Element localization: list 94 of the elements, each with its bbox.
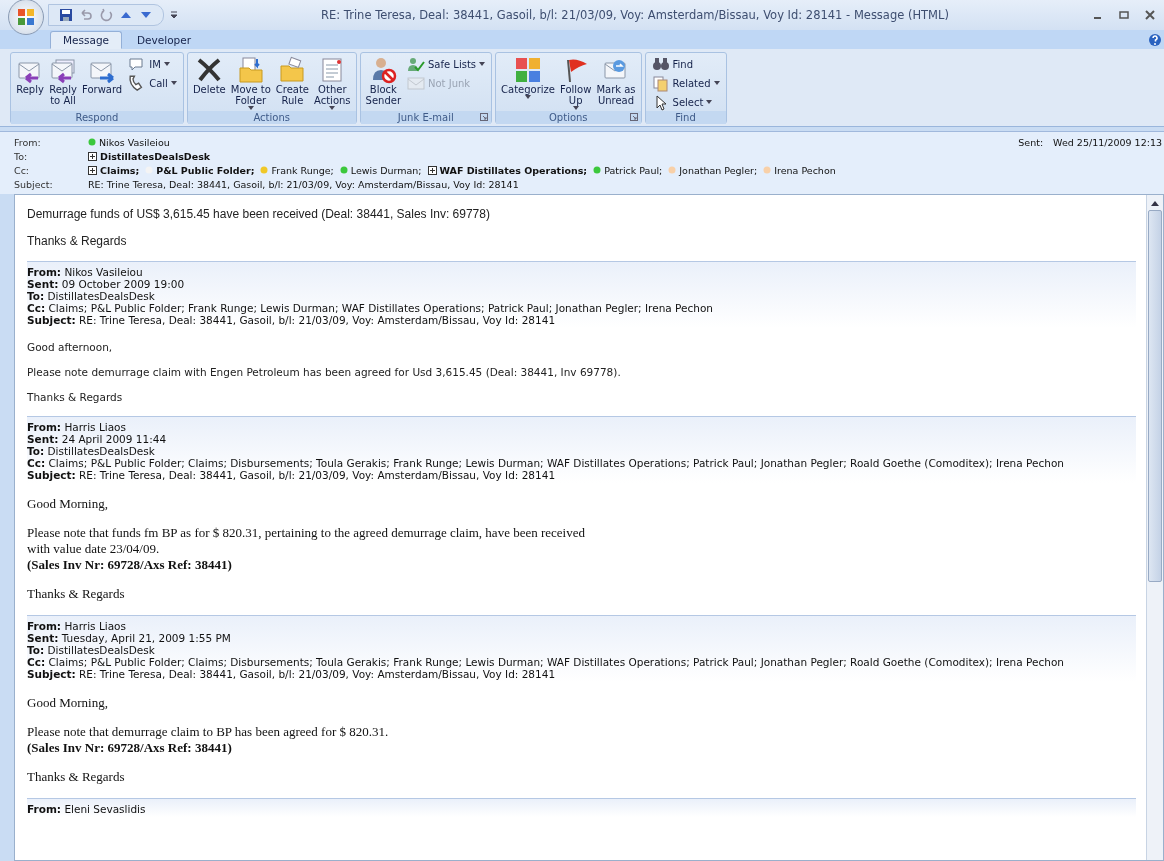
ribbon-button[interactable]: Follow Up (558, 55, 594, 111)
header-line: Sent: 09 October 2009 19:00 (27, 278, 186, 290)
header-line: From: Harris Liaos (27, 620, 127, 632)
recipient-name[interactable]: Frank Runge; (271, 164, 334, 176)
body-paragraph: Please note that demurrage claim to BP has been agreed for $ 820.31. (27, 724, 390, 740)
open-folder-icon (278, 56, 307, 84)
body-paragraph: Good Morning, (27, 496, 109, 512)
body-paragraph: Good Morning, (27, 695, 109, 711)
body-paragraph: (Sales Inv Nr: 69728/Axs Ref: 38441) (27, 740, 233, 756)
restore-icon[interactable] (1118, 9, 1130, 21)
ribbon-button[interactable]: Safe Lists (404, 55, 489, 73)
save-icon[interactable] (59, 8, 73, 22)
field-label: Sent: (1018, 136, 1044, 148)
ribbon-button[interactable]: Delete (190, 55, 228, 111)
header-line: Subject: RE: Trine Teresa, Deal: 38441, Gasoil, b/l: 21/03/09, Voy: Amsterdam/Bissau, Voy Id: 28141 (27, 668, 557, 680)
body-paragraph: Thanks & Regards (27, 391, 124, 403)
ribbon-button[interactable]: Related (648, 74, 723, 92)
body-paragraph: Thanks & Regards (27, 586, 126, 602)
recipient-name[interactable]: Claims; (100, 164, 140, 176)
ribbon-button[interactable]: Forward (80, 55, 125, 111)
recipient-name[interactable]: P&L Public Folder; (156, 164, 255, 176)
header-line: Subject: RE: Trine Teresa, Deal: 38441, Gasoil, b/l: 21/03/09, Voy: Amsterdam/Bissau, Voy Id: 28141 (27, 314, 557, 326)
sender-name[interactable]: Nikos Vasileiou (99, 136, 170, 148)
recipient-name[interactable]: Irena Pechon (774, 164, 836, 176)
header-line: Cc: Claims; P&L Public Folder; Claims; Disbursements; Toula Gerakis; Frank Runge; Lewis Durman; WAF Distillates Operations; Patrick Paul; Jonathan Pegler; Roald Goethe (Comoditex); Irena Pechon (27, 457, 1065, 469)
group-label: Options (549, 112, 588, 123)
header-line: Sent: 24 April 2009 11:44 (27, 433, 168, 445)
ribbon-button[interactable]: Categorize (499, 55, 557, 111)
recipient-name[interactable]: Jonathan Pegler; (679, 164, 758, 176)
customize-caret-icon[interactable] (170, 10, 178, 20)
ribbon-button[interactable]: IM (125, 55, 180, 73)
ribbon-button[interactable]: Select (648, 93, 723, 111)
recipient-name[interactable]: DistillatesDealsDesk (100, 150, 211, 162)
header-line: To: DistillatesDealsDesk (27, 290, 156, 302)
people-check-icon (407, 55, 425, 73)
ribbon-button[interactable]: Block Sender (363, 55, 403, 111)
header-line: From: Harris Liaos (27, 421, 127, 433)
expand-icon[interactable] (88, 165, 97, 175)
envelope-icon (407, 74, 425, 92)
group-label: Junk E-mail (397, 112, 454, 123)
body-paragraph: Thanks & Regards (27, 234, 128, 248)
window-title: RE: Trine Teresa, Deal: 38441, Gasoil, b/l: 21/03/09, Voy: Amsterdam/Bissau, Voy Id: 28141 - Message (HTML) (320, 8, 950, 22)
field-label: Cc: (14, 164, 31, 176)
scroll-up-icon[interactable] (1150, 199, 1160, 207)
folder-document-icon (236, 56, 265, 84)
body-paragraph: Demurrage funds of US$ 3,615.45 have been received (Deal: 38441, Sales Inv: 69778) (27, 207, 491, 221)
body-paragraph: Please note demurrage claim with Engen Petroleum has been agreed for Usd 3,615.45 (Deal: 38441, Inv 69778). (27, 366, 622, 378)
sent-date: Wed 25/11/2009 12:13 (1053, 136, 1162, 148)
ribbon-button[interactable]: Move to Folder (228, 55, 273, 111)
header-line: To: DistillatesDealsDesk (27, 644, 156, 656)
body-paragraph: Thanks & Regards (27, 769, 126, 785)
dialog-launcher-icon[interactable] (480, 113, 489, 121)
field-label: To: (14, 150, 29, 162)
close-icon[interactable] (1144, 9, 1156, 21)
ribbon-tab[interactable]: Developer (124, 31, 205, 49)
body-paragraph: Please note that funds fm BP as for $ 820.31, pertaining to the agreed demurrage claim, have been received with value date 23/04/09. (27, 525, 586, 557)
header-line: Subject: RE: Trine Teresa, Deal: 38441, Gasoil, b/l: 21/03/09, Voy: Amsterdam/Bissau, Voy Id: 28141 (27, 469, 557, 481)
header-line: From: Eleni Sevaslidis (27, 803, 147, 815)
documents-icon (651, 74, 670, 92)
recipient-name[interactable]: Lewis Durman; (350, 164, 422, 176)
field-label: From: (14, 136, 42, 148)
header-line: Cc: Claims; P&L Public Folder; Claims; Disbursements; Toula Gerakis; Frank Runge; Lewis Durman; WAF Distillates Operations; Patrick Paul; Jonathan Pegler; Roald Goethe (Comoditex); Irena Pechon (27, 656, 1065, 668)
header-line: Cc: Claims; P&L Public Folder; Frank Runge; Lewis Durman; WAF Distillates Operations; Patrick Paul; Jonathan Pegler; Irena Pechon (27, 302, 714, 314)
group-label: Respond (75, 112, 119, 123)
office-button[interactable] (8, 0, 44, 35)
ribbon-tab[interactable]: Message (50, 31, 123, 49)
expand-icon[interactable] (427, 165, 437, 175)
group-label: Actions (253, 112, 290, 123)
ribbon-button[interactable]: Other Actions (312, 55, 353, 111)
logo (16, 7, 36, 27)
expand-icon[interactable] (88, 151, 97, 161)
binoculars-icon (651, 55, 670, 73)
body-paragraph: Good afternoon, (27, 341, 114, 353)
ribbon-button[interactable]: Find (648, 55, 723, 73)
recipient-name[interactable]: Patrick Paul; (604, 164, 663, 176)
help-icon[interactable] (1148, 32, 1162, 47)
body-paragraph: (Sales Inv Nr: 69728/Axs Ref: 38441) (27, 557, 233, 573)
recipient-name[interactable]: WAF Distillates Operations; (439, 164, 588, 176)
ribbon-button[interactable]: Mark as Unread (594, 55, 638, 111)
header-line: To: DistillatesDealsDesk (27, 445, 156, 457)
color-squares-icon (514, 56, 542, 84)
ribbon-button[interactable]: Call (125, 74, 180, 92)
header-line: From: Nikos Vasileiou (27, 266, 144, 278)
group-label: Find (675, 112, 696, 123)
dialog-launcher-icon[interactable] (629, 113, 638, 121)
scrollbar[interactable] (1146, 195, 1163, 860)
field-label: Subject: (14, 178, 54, 190)
ribbon-button[interactable]: Create Rule (273, 55, 312, 111)
header-line: Sent: Tuesday, April 21, 2009 1:55 PM (27, 632, 232, 644)
envelope-reply-all-icon (49, 56, 77, 84)
subject-text: RE: Trine Teresa, Deal: 38441, Gasoil, b/l: 21/03/09, Voy: Amsterdam/Bissau, Voy Id: 28141 (88, 178, 519, 190)
ribbon-button[interactable]: Reply (14, 55, 46, 111)
scroll-thumb[interactable] (1148, 210, 1162, 582)
ribbon-button[interactable]: Reply to All (47, 55, 79, 111)
